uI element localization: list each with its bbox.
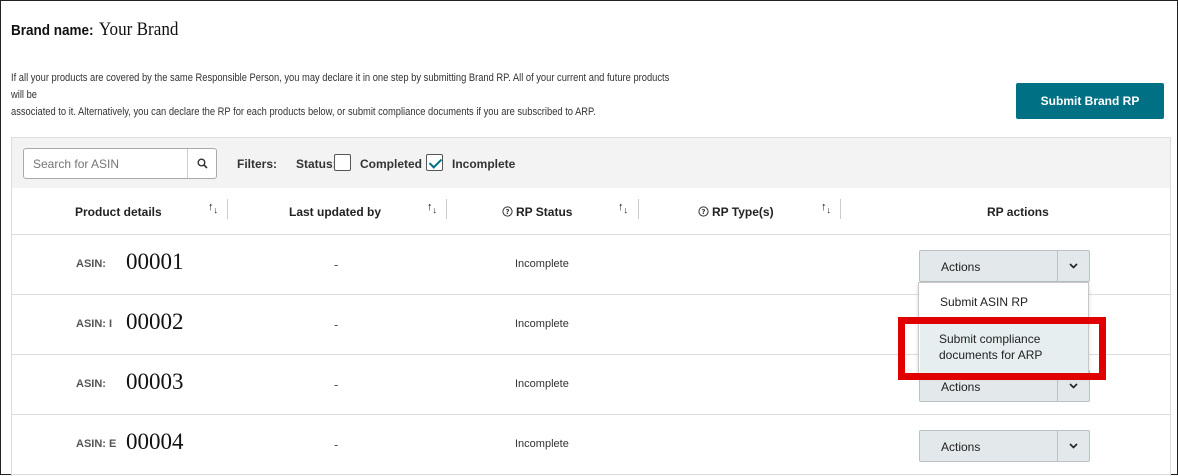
svg-text:?: ? [505, 208, 509, 216]
rp-status: Incomplete [515, 378, 569, 390]
chevron-down-icon[interactable] [1057, 431, 1089, 461]
header-rp-status: ? RP Status [502, 205, 572, 219]
last-updated-by: - [334, 257, 339, 272]
description-line-2: associated to it. Alternatively, you can… [11, 106, 596, 118]
rp-status: Incomplete [515, 318, 569, 330]
highlight-box [898, 317, 1106, 380]
rp-status: Incomplete [515, 258, 569, 270]
asin-value: 00001 [126, 249, 184, 274]
help-circle-icon: ? [502, 206, 513, 217]
asin-label: ASIN: I [76, 318, 113, 330]
rp-status-header-label: RP Status [516, 205, 573, 219]
sort-icon[interactable]: ↑↓ [208, 201, 222, 219]
asin-value: 00004 [126, 429, 184, 454]
sort-icon[interactable]: ↑↓ [821, 201, 835, 219]
incomplete-label[interactable]: Incomplete [452, 157, 515, 171]
rp-types-header-label: RP Type(s) [712, 205, 774, 219]
completed-label[interactable]: Completed [360, 157, 422, 171]
chevron-down-icon[interactable] [1057, 251, 1089, 281]
actions-label[interactable]: Actions [941, 440, 980, 454]
last-updated-by: - [334, 437, 339, 452]
brand-rp-description: If all your products are covered by the … [11, 70, 674, 121]
brand-heading: Brand name: Your Brand [11, 19, 178, 41]
description-line-1: If all your products are covered by the … [11, 72, 670, 101]
column-divider [638, 199, 639, 219]
asin-label: ASIN: E [76, 438, 117, 450]
asin-value: 00003 [126, 369, 184, 394]
table-row: ASIN: E 00004 - Incomplete Actions [12, 415, 1170, 475]
filter-bar: Filters: Status: Completed Incomplete [11, 137, 1171, 188]
header-product-details: Product details [75, 205, 162, 219]
filters-label: Filters: [237, 157, 278, 171]
status-label: Status: [296, 157, 337, 171]
column-divider [840, 199, 841, 219]
header-rp-types: ? RP Type(s) [698, 205, 774, 219]
svg-text:?: ? [701, 208, 705, 216]
asin-search-box [23, 148, 217, 179]
asin-value: 00002 [126, 309, 184, 334]
asin-label: ASIN: [76, 258, 106, 270]
sort-icon[interactable]: ↑↓ [618, 201, 632, 219]
sort-icon[interactable]: ↑↓ [427, 201, 441, 219]
actions-label[interactable]: Actions [941, 260, 980, 274]
actions-dropdown[interactable]: Actions [919, 430, 1090, 462]
asin-label: ASIN: [76, 378, 106, 390]
header-rp-actions: RP actions [987, 205, 1049, 219]
table-header: Product details ↑↓ Last updated by ↑↓ ? R… [12, 188, 1170, 235]
asin-search-input[interactable] [24, 149, 184, 178]
incomplete-checkbox[interactable] [426, 154, 443, 171]
actions-label[interactable]: Actions [941, 380, 980, 394]
brand-label: Brand name: [11, 22, 94, 39]
search-button[interactable] [187, 149, 217, 178]
completed-checkbox[interactable] [334, 154, 351, 171]
column-divider [446, 199, 447, 219]
last-updated-by: - [334, 317, 339, 332]
rp-status: Incomplete [515, 438, 569, 450]
column-divider [227, 199, 228, 219]
submit-brand-rp-button[interactable]: Submit Brand RP [1016, 83, 1164, 119]
brand-rp-panel: Brand name: Your Brand If all your produc… [0, 0, 1178, 476]
brand-value: Your Brand [98, 19, 179, 40]
header-last-updated-by: Last updated by [289, 205, 382, 219]
actions-dropdown[interactable]: Actions [919, 250, 1090, 282]
last-updated-by: - [334, 377, 339, 392]
search-icon [197, 158, 208, 169]
help-circle-icon: ? [698, 206, 709, 217]
